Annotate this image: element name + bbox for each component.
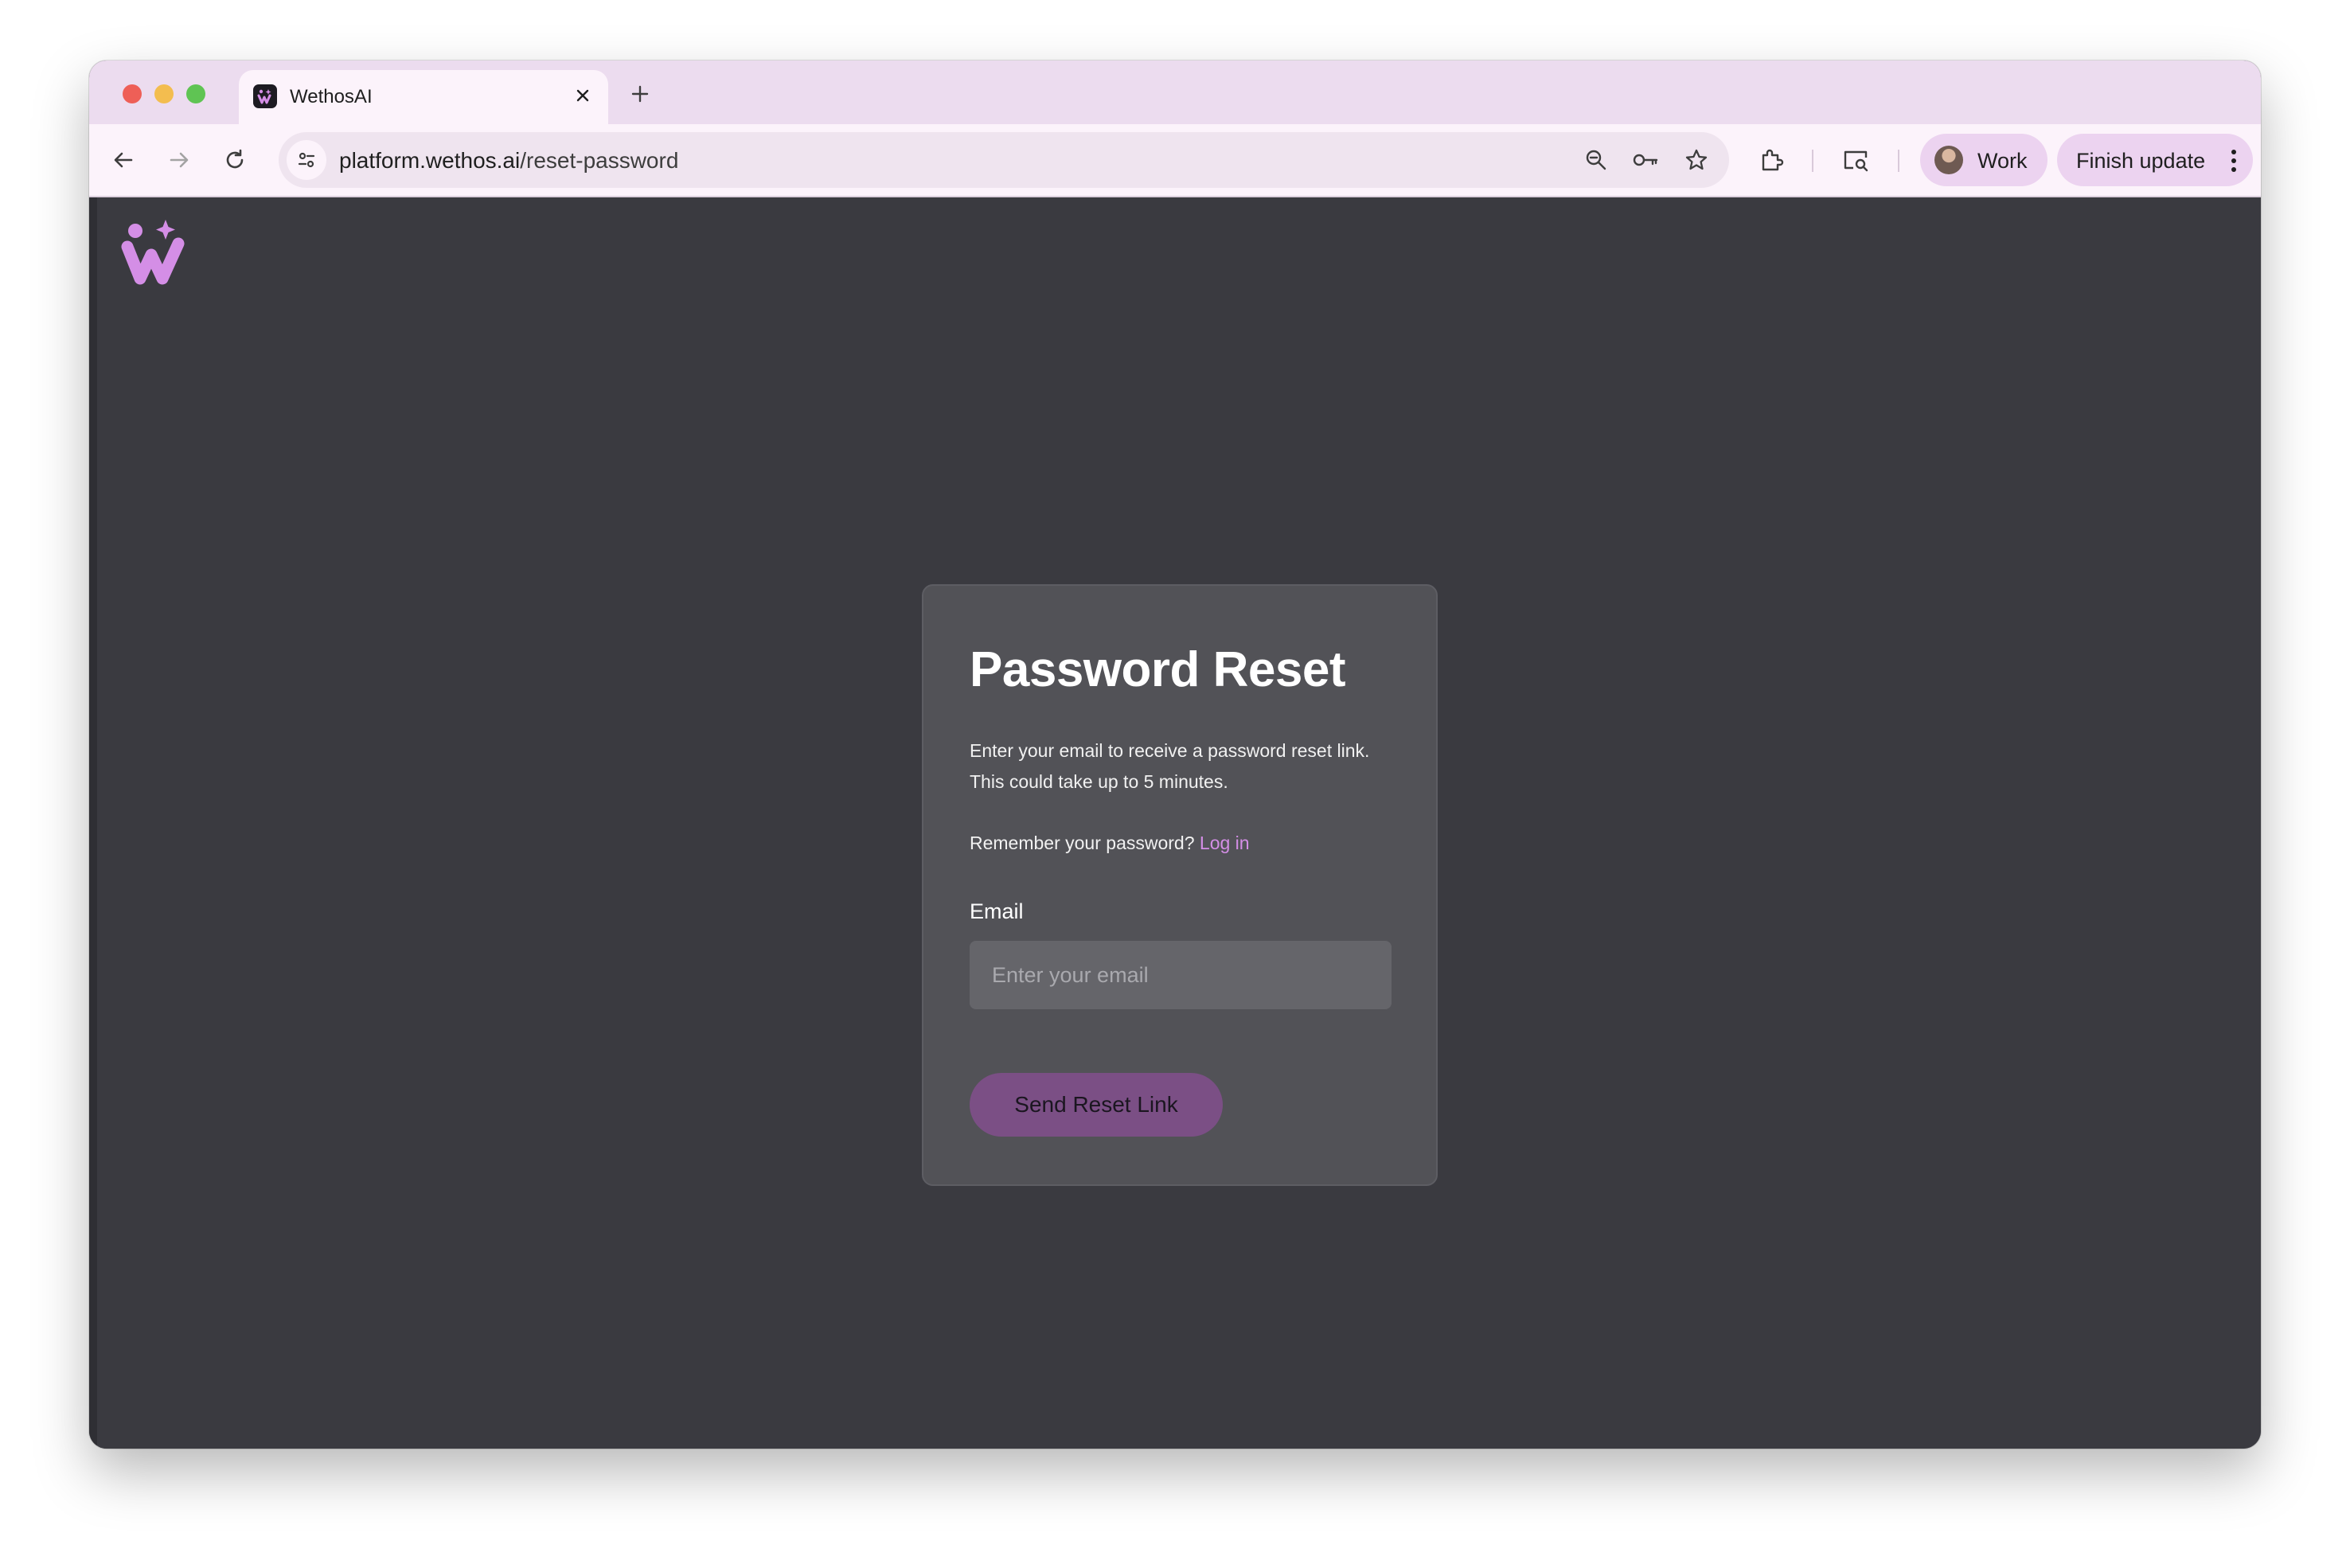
- extensions-icon[interactable]: [1753, 142, 1790, 178]
- maximize-window-button[interactable]: [186, 84, 205, 103]
- more-vertical-icon[interactable]: [2226, 146, 2242, 175]
- reload-icon[interactable]: [217, 142, 253, 178]
- tab-title: WethosAI: [290, 86, 373, 107]
- send-reset-link-button[interactable]: Send Reset Link: [970, 1073, 1223, 1137]
- url-host: platform.wethos.ai: [339, 148, 521, 173]
- email-field[interactable]: [970, 941, 1392, 1009]
- forward-arrow-icon[interactable]: [161, 142, 197, 178]
- site-info-icon[interactable]: [287, 140, 326, 180]
- zoom-icon[interactable]: [1579, 143, 1613, 177]
- profile-label: Work: [1977, 149, 2028, 173]
- password-reset-card: Password Reset Enter your email to recei…: [922, 584, 1438, 1186]
- browser-tab[interactable]: WethosAI: [239, 70, 608, 124]
- star-icon[interactable]: [1680, 143, 1713, 177]
- page-title: Password Reset: [970, 642, 1346, 697]
- close-window-button[interactable]: [123, 84, 142, 103]
- finish-update-label: Finish update: [2076, 149, 2206, 173]
- remember-password-text: Remember your password? Log in: [970, 833, 1250, 854]
- url-path: /reset-password: [520, 148, 679, 173]
- browser-window: WethosAI platform.wethos.ai/reset-passwo…: [89, 60, 2261, 1449]
- description-line: This could take up to 5 minutes.: [970, 771, 1228, 792]
- login-link[interactable]: Log in: [1200, 833, 1250, 853]
- toolbar-divider: [1812, 150, 1813, 172]
- cast-icon[interactable]: [1837, 142, 1874, 178]
- page-content: Password Reset Enter your email to recei…: [89, 197, 2261, 1449]
- finish-update-button[interactable]: Finish update: [2057, 134, 2253, 186]
- description-line: Enter your email to receive a password r…: [970, 740, 1370, 761]
- tab-strip: WethosAI: [89, 60, 2261, 124]
- new-tab-icon[interactable]: [624, 78, 656, 110]
- profile-button[interactable]: Work: [1920, 134, 2047, 186]
- remember-label: Remember your password?: [970, 833, 1195, 853]
- toolbar-divider: [1898, 150, 1899, 172]
- address-bar[interactable]: platform.wethos.ai/reset-password: [279, 132, 1729, 188]
- close-tab-icon[interactable]: [568, 81, 597, 110]
- wethos-logo-icon[interactable]: [119, 220, 189, 287]
- wethos-favicon-icon: [253, 84, 277, 108]
- minimize-window-button[interactable]: [154, 84, 174, 103]
- browser-toolbar: platform.wethos.ai/reset-password Work F…: [89, 124, 2261, 197]
- avatar: [1934, 146, 1963, 174]
- back-arrow-icon[interactable]: [105, 142, 142, 178]
- left-edge-bar: [89, 197, 97, 1449]
- url-text: platform.wethos.ai/reset-password: [339, 148, 678, 174]
- description-text: Enter your email to receive a password r…: [970, 735, 1415, 798]
- email-label: Email: [970, 899, 1024, 923]
- key-icon[interactable]: [1629, 143, 1662, 177]
